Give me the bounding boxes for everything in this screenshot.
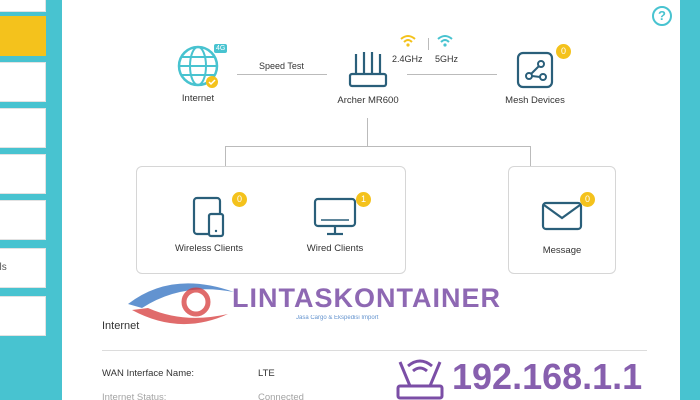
sidebar-item-5[interactable] — [0, 200, 46, 240]
internet-status-label: Internet Status: — [102, 392, 167, 400]
sidebar-item-7[interactable] — [0, 296, 46, 336]
message-label: Message — [542, 245, 582, 256]
watermark-brand: LINTASKONTAINER — [232, 283, 501, 313]
internet-label: Internet — [181, 93, 215, 104]
link-line — [367, 118, 368, 146]
envelope-icon — [541, 201, 583, 231]
wan-interface-label: WAN Interface Name: — [102, 368, 195, 379]
router-icon — [348, 52, 388, 88]
link-line — [225, 146, 226, 166]
wifi-5ghz-icon[interactable] — [437, 34, 453, 48]
sidebar-item-2[interactable] — [0, 62, 46, 102]
link-line — [530, 146, 531, 166]
band-2-4ghz-label: 2.4GHz — [392, 54, 423, 64]
internet-node[interactable]: Internet 4G — [168, 44, 228, 104]
mesh-icon — [516, 51, 554, 89]
network-type-badge: 4G — [214, 44, 228, 53]
mesh-devices-node[interactable]: Mesh Devices — [500, 50, 570, 106]
speed-test-link[interactable]: Speed Test — [259, 61, 304, 71]
message-node[interactable]: Message — [522, 200, 602, 256]
wired-count-badge: 1 — [356, 192, 371, 207]
sidebar: ols — [0, 0, 48, 400]
sidebar-item-4[interactable] — [0, 154, 46, 194]
link-line — [407, 74, 497, 75]
band-divider — [428, 38, 429, 50]
wired-clients-label: Wired Clients — [306, 243, 364, 254]
wifi-2-4ghz-icon[interactable] — [400, 34, 416, 48]
section-divider — [102, 350, 647, 351]
watermark-router-icon — [396, 359, 444, 400]
internet-status-value: Connected — [258, 392, 304, 400]
monitor-icon — [313, 197, 357, 236]
sidebar-item-0[interactable] — [0, 0, 46, 12]
wireless-clients-label: Wireless Clients — [174, 243, 244, 254]
link-line — [225, 146, 530, 147]
router-label: Archer MR600 — [337, 95, 399, 106]
watermark-logo-icon — [128, 283, 234, 325]
watermark-ip-address: 192.168.1.1 — [452, 356, 643, 397]
watermark-tagline: Jasa Cargo & Ekspedisi Import — [296, 315, 379, 321]
wan-interface-value: LTE — [258, 368, 275, 379]
sidebar-item-3[interactable] — [0, 108, 46, 148]
mesh-count-badge: 0 — [556, 44, 571, 59]
help-icon[interactable]: ? — [652, 6, 672, 26]
tablet-phone-icon — [192, 196, 225, 238]
mesh-devices-label: Mesh Devices — [505, 95, 565, 106]
link-line — [237, 74, 327, 75]
band-5ghz-label: 5GHz — [435, 54, 459, 64]
wireless-count-badge: 0 — [232, 192, 247, 207]
sidebar-item-tools[interactable]: ols — [0, 248, 46, 288]
sidebar-item-active[interactable] — [0, 16, 46, 56]
main-panel: ? Speed Test Internet 4G Archer MR600 2.… — [62, 0, 680, 400]
sidebar-item-label: ols — [0, 262, 7, 273]
message-count-badge: 0 — [580, 192, 595, 207]
